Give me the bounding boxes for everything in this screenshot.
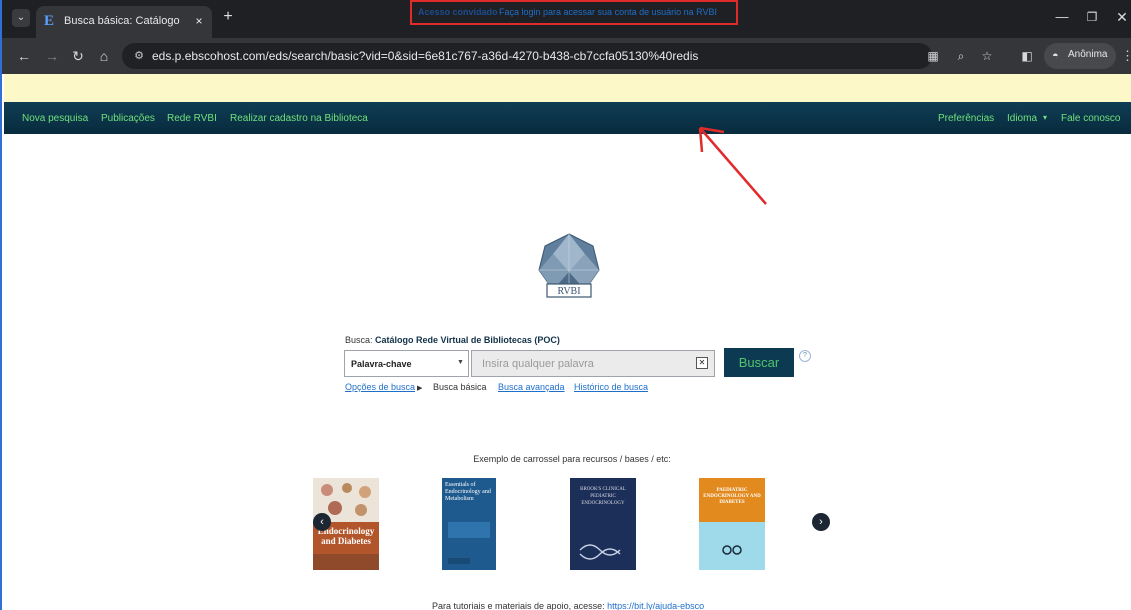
browser-tab[interactable]: E Busca básica: Catálogo Rede Vi × xyxy=(36,6,212,38)
carousel-next-icon[interactable]: › xyxy=(812,513,830,531)
qr-code-icon[interactable]: ▦ xyxy=(924,47,942,65)
search-field-select[interactable]: Palavra-chave ▼ xyxy=(344,350,469,377)
book-cover-art xyxy=(448,522,490,564)
carousel-book[interactable]: PAEDIATRIC ENDOCRINOLOGY AND DIABETES xyxy=(699,478,765,570)
chevron-down-icon: ▼ xyxy=(457,359,464,366)
search-scope-prefix: Busca: xyxy=(345,335,373,345)
search-input[interactable] xyxy=(471,350,715,377)
logo-text: RVBI xyxy=(557,286,580,297)
bookmark-star-icon[interactable]: ☆ xyxy=(978,47,996,65)
restore-icon[interactable]: ❐ xyxy=(1082,8,1102,26)
search-history-link[interactable]: Histórico de busca xyxy=(574,382,654,395)
footer-link[interactable]: https://bit.ly/ajuda-ebsco xyxy=(607,601,704,610)
login-link[interactable]: Faça login para acessar sua conta de usu… xyxy=(499,7,735,20)
address-bar[interactable]: ⚙ eds.p.ebscohost.com/eds/search/basic?v… xyxy=(122,43,932,69)
expand-arrow-icon[interactable]: ▶ xyxy=(417,384,425,397)
search-scope-name: Catálogo Rede Virtual de Bibliotecas (PO… xyxy=(375,335,560,345)
nav-contact[interactable]: Fale conosco xyxy=(1061,113,1127,126)
tab-search-icon[interactable]: ⌄ xyxy=(12,9,30,27)
carousel-prev-icon[interactable]: ‹ xyxy=(313,513,331,531)
incognito-label: Anônima xyxy=(1068,49,1108,60)
select-value: Palavra-chave xyxy=(351,359,412,369)
book-cover-art xyxy=(579,544,621,560)
rvbi-logo: RVBI xyxy=(538,233,600,298)
guest-access-label: Acesso convidado xyxy=(418,7,498,17)
book-title: PAEDIATRIC ENDOCRINOLOGY AND DIABETES xyxy=(703,488,761,505)
site-settings-icon[interactable]: ⚙ xyxy=(130,47,148,65)
nav-new-search[interactable]: Nova pesquisa xyxy=(22,113,90,126)
nav-rede-rvbi[interactable]: Rede RVBI xyxy=(167,113,221,126)
search-options-link[interactable]: Opções de busca xyxy=(345,382,417,395)
guest-access-banner xyxy=(4,74,1131,102)
zoom-icon[interactable]: ⌕ xyxy=(952,47,970,65)
reload-icon[interactable]: ↻ xyxy=(68,46,88,66)
forward-icon[interactable]: → xyxy=(42,46,62,66)
nav-preferences[interactable]: Preferências xyxy=(938,113,994,126)
search-button[interactable]: Buscar xyxy=(724,348,794,377)
more-menu-icon[interactable]: ⋮ xyxy=(1121,47,1131,65)
new-tab-icon[interactable]: + xyxy=(219,8,237,26)
browser-window: ⌄ E Busca básica: Catálogo Rede Vi × + —… xyxy=(0,0,1131,610)
red-arrow-annotation xyxy=(698,126,767,205)
search-scope: Busca: Catálogo Rede Virtual de Bibliote… xyxy=(345,335,645,348)
ebsco-favicon-icon: E xyxy=(44,13,55,29)
site-nav-bar: Nova pesquisa Publicações Rede RVBI Real… xyxy=(4,102,1131,134)
basic-search-label: Busca básica xyxy=(433,382,487,392)
footer-label: Para tutoriais e materiais de apoio, ace… xyxy=(432,601,605,610)
tab-title: Busca básica: Catálogo Rede Vi xyxy=(64,15,182,27)
close-icon[interactable]: × xyxy=(192,13,206,29)
carousel-book[interactable]: BROOK'S CLINICAL PEDIATRIC ENDOCRINOLOGY xyxy=(570,478,636,570)
nav-language[interactable]: Idioma xyxy=(1007,113,1039,126)
browser-toolbar: ← → ↻ ⌂ ⚙ eds.p.ebscohost.com/eds/search… xyxy=(2,38,1131,74)
incognito-icon: ◓ xyxy=(1052,50,1059,62)
help-icon[interactable]: ? xyxy=(799,350,811,362)
url-text: eds.p.ebscohost.com/eds/search/basic?vid… xyxy=(152,49,699,63)
footer-text: Para tutoriais e materiais de apoio, ace… xyxy=(432,601,722,610)
side-panel-icon[interactable]: ◧ xyxy=(1018,47,1036,65)
back-icon[interactable]: ← xyxy=(14,46,34,66)
minimize-icon[interactable]: — xyxy=(1052,8,1072,26)
carousel-title: Exemplo de carrossel para recursos / bas… xyxy=(473,454,671,464)
language-caret-icon: ▾ xyxy=(1043,113,1048,122)
carousel-book[interactable]: Essentials of Endocrinology and Metaboli… xyxy=(442,478,496,570)
nav-register[interactable]: Realizar cadastro na Biblioteca xyxy=(230,113,370,126)
home-icon[interactable]: ⌂ xyxy=(94,46,114,66)
clear-input-icon[interactable]: ✕ xyxy=(696,357,708,369)
incognito-badge[interactable]: ◓ Anônima xyxy=(1044,43,1116,69)
window-close-icon[interactable]: ✕ xyxy=(1112,8,1131,26)
nav-publications[interactable]: Publicações xyxy=(101,113,157,126)
advanced-search-link[interactable]: Busca avançada xyxy=(498,382,568,395)
